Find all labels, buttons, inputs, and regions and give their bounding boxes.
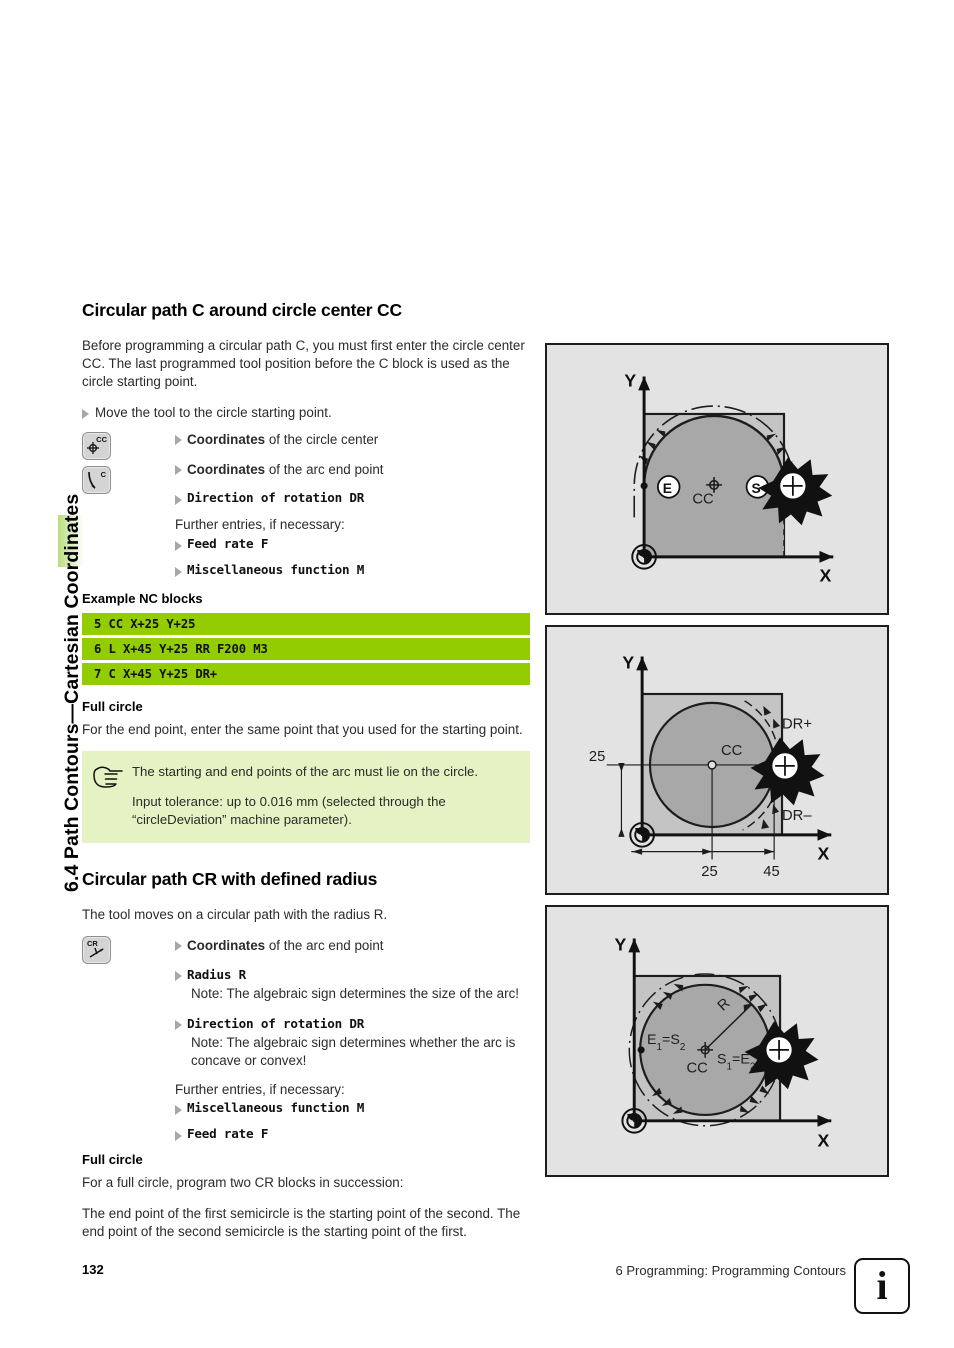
entry-item: Coordinates of the arc end point xyxy=(175,460,530,479)
figure-1-drawing: Y X CC E S xyxy=(624,370,834,585)
label-cc: CC xyxy=(692,492,714,508)
entry-note: Note: The algebraic sign determines whet… xyxy=(191,1034,516,1068)
full-circle-heading-c: Full circle xyxy=(82,698,143,714)
axis-label-y: Y xyxy=(615,934,627,954)
circle-center-marker xyxy=(707,760,717,770)
nc-block-row: 6 L X+45 Y+25 RR F200 M3 xyxy=(82,637,530,660)
entry-list-c: Coordinates of the circle center Coordin… xyxy=(175,430,530,577)
triangle-bullet-icon xyxy=(175,1105,182,1116)
nc-block-text: 7 C X+45 Y+25 DR+ xyxy=(94,666,218,681)
page-number: 132 xyxy=(82,1262,104,1277)
further-entries-label: Further entries, if necessary: xyxy=(175,517,345,533)
page-title: Circular path C around circle center CC xyxy=(82,300,402,320)
triangle-bullet-icon xyxy=(82,408,89,419)
entry-text: Feed rate F xyxy=(187,1126,269,1142)
figure-2-drawing: Y X 25 25 45 CC DR+ DR– xyxy=(589,652,832,880)
label-end-point: E xyxy=(663,481,672,496)
dimension-x2: 45 xyxy=(763,864,779,880)
triangle-bullet-icon xyxy=(175,495,182,506)
entry-item: Direction of rotation DR xyxy=(175,490,530,506)
triangle-bullet-icon xyxy=(175,434,182,445)
full-circle-text-cr: For a full circle, program two CR blocks… xyxy=(82,1175,404,1191)
entry-list-cr: Coordinates of the arc end point Radius … xyxy=(175,936,530,1142)
entry-item: Direction of rotation DR Note: The algeb… xyxy=(175,1015,530,1070)
label-cc: CC xyxy=(686,1061,708,1077)
entry-text: Direction of rotation DR Note: The algeb… xyxy=(187,1015,530,1070)
triangle-bullet-icon xyxy=(175,465,182,476)
figure-two-cr-semicircles: Y X R CC E1=S2 S1=E2 xyxy=(545,905,889,1177)
section-title-cr: Circular path CR with defined radius xyxy=(82,868,378,889)
full-circle-text-cr-2: The end point of the first semicircle is… xyxy=(82,1205,521,1239)
dimension-y: 25 xyxy=(589,749,605,765)
entry-item: Miscellaneous function M xyxy=(175,562,530,577)
manual-page: 6.4 Path Contours—Cartesian Coordinates … xyxy=(0,0,954,1348)
axis-label-y: Y xyxy=(624,370,636,390)
triangle-bullet-icon xyxy=(175,1131,182,1142)
axis-label-x: X xyxy=(818,1130,830,1150)
entry-item: Coordinates of the circle center xyxy=(175,430,530,449)
intro-paragraph-cr: The tool moves on a circular path with t… xyxy=(82,906,388,922)
figure-3-drawing: Y X R CC E1=S2 S1=E2 xyxy=(615,934,832,1150)
axis-label-y: Y xyxy=(622,652,634,672)
note-text: Input tolerance: up to 0.016 mm (selecte… xyxy=(132,793,446,827)
axis-label-x: X xyxy=(819,565,831,585)
pointing-hand-icon xyxy=(93,766,123,788)
further-entries-label-cr: Further entries, if necessary: xyxy=(175,1082,345,1098)
content-column: Circular path C around circle center CC … xyxy=(82,300,530,1253)
entry-text: Miscellaneous function M xyxy=(187,1100,365,1116)
key-cc-icon[interactable]: CC xyxy=(82,431,111,460)
axis-label-x: X xyxy=(817,844,829,864)
info-glyph: i xyxy=(876,1263,888,1308)
intro-paragraph: Before programming a circular path C, yo… xyxy=(82,338,525,390)
entry-text: Coordinates of the circle center xyxy=(187,431,379,447)
triangle-bullet-icon xyxy=(175,566,182,577)
entry-note: Note: The algebraic sign determines the … xyxy=(191,986,519,1002)
nc-block-row: 5 CC X+25 Y+25 xyxy=(82,612,530,635)
triangle-bullet-icon xyxy=(175,941,182,952)
triangle-bullet-icon xyxy=(175,1019,182,1030)
entry-item: Miscellaneous function M xyxy=(175,1100,530,1116)
figure-arc-around-cc: Y X CC E S xyxy=(545,343,889,615)
nc-blocks-heading: Example NC blocks xyxy=(82,590,203,606)
dimension-x1: 25 xyxy=(701,864,717,880)
note-box: The starting and end points of the arc m… xyxy=(82,750,530,843)
entry-text: Radius R Note: The algebraic sign determ… xyxy=(187,966,519,1003)
nc-block-text: 5 CC X+25 Y+25 xyxy=(94,616,196,631)
label-cc: CC xyxy=(721,743,743,759)
full-circle-heading-cr: Full circle xyxy=(82,1152,143,1168)
nc-block-row: 7 C X+45 Y+25 DR+ xyxy=(82,662,530,685)
entry-text: Miscellaneous function M xyxy=(187,561,365,577)
entry-item: Feed rate F xyxy=(175,536,530,551)
entry-text: Coordinates of the arc end point xyxy=(187,938,384,954)
key-c-icon[interactable]: C xyxy=(82,465,111,494)
lead-bullet: Move the tool to the circle starting poi… xyxy=(82,404,530,422)
entry-text: Direction of rotation DR xyxy=(187,490,365,506)
entry-item: Radius R Note: The algebraic sign determ… xyxy=(175,966,530,1003)
entry-item: Coordinates of the arc end point xyxy=(175,936,530,955)
info-icon[interactable]: i xyxy=(854,1258,910,1314)
label-dr-minus: DR– xyxy=(782,808,812,824)
nc-block-text: 6 L X+45 Y+25 RR F200 M3 xyxy=(94,641,268,656)
key-icon-group-cr: CR xyxy=(82,936,111,970)
entry-item: Feed rate F xyxy=(175,1126,530,1142)
triangle-bullet-icon xyxy=(175,971,182,982)
entry-text: Feed rate F xyxy=(187,535,269,551)
full-circle-text-c: For the end point, enter the same point … xyxy=(82,721,523,737)
note-text: The starting and end points of the arc m… xyxy=(132,763,478,779)
key-cr-icon[interactable]: CR xyxy=(82,936,111,965)
figure-full-circle-dimensions: Y X 25 25 45 CC DR+ DR– xyxy=(545,625,889,895)
entry-text: Coordinates of the arc end point xyxy=(187,462,384,478)
triangle-bullet-icon xyxy=(175,540,182,551)
label-dr-plus: DR+ xyxy=(782,716,812,732)
key-icon-group-c: CC C xyxy=(82,431,111,500)
footer-chapter: 6 Programming: Programming Contours xyxy=(615,1263,846,1278)
lead-bullet-text: Move the tool to the circle starting poi… xyxy=(95,404,332,420)
